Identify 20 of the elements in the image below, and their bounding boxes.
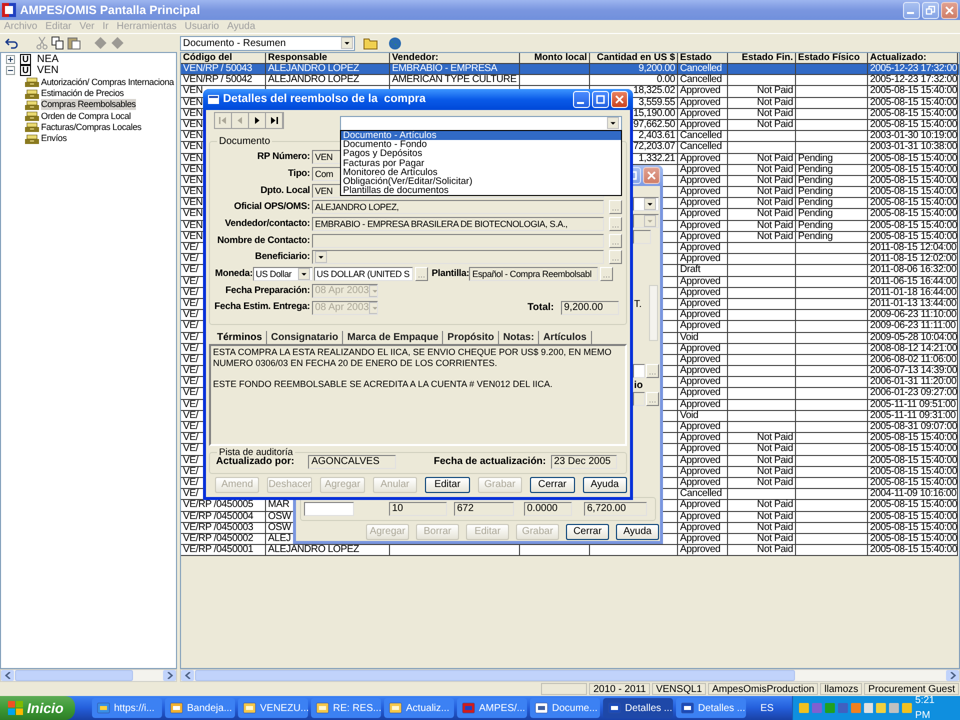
table-cell: Approved (678, 545, 728, 556)
table-cell: ALEJANDRO LOPEZ (266, 545, 390, 556)
status-panel: AmpesOmisProduction (708, 683, 818, 695)
status-panel: VENSQL1 (652, 683, 706, 695)
field-label: Tipo: (286, 166, 310, 181)
text-fragment: io (634, 381, 644, 391)
table-cell: 2005-08-15 15:40:00 (868, 545, 958, 556)
text-fragment: T. (634, 298, 642, 312)
status-panel: llamozs (820, 683, 862, 695)
status-panel: 2010 - 2011 (589, 683, 650, 695)
window-title: AMPES/OMIS Pantalla Principal (20, 2, 202, 19)
unit-badge: U (20, 54, 31, 66)
table-cell: Not Paid (728, 545, 796, 556)
field-label: Total: (528, 301, 554, 316)
status-panel: Procurement Guest (864, 683, 959, 695)
field-label: Plantilla: (432, 267, 470, 282)
table-cell: VE/RP /0450001 (181, 545, 266, 556)
clock: 5:21 PM (915, 694, 936, 720)
field-label: Fecha de actualización: (434, 455, 546, 469)
unit-badge: U (20, 65, 31, 76)
